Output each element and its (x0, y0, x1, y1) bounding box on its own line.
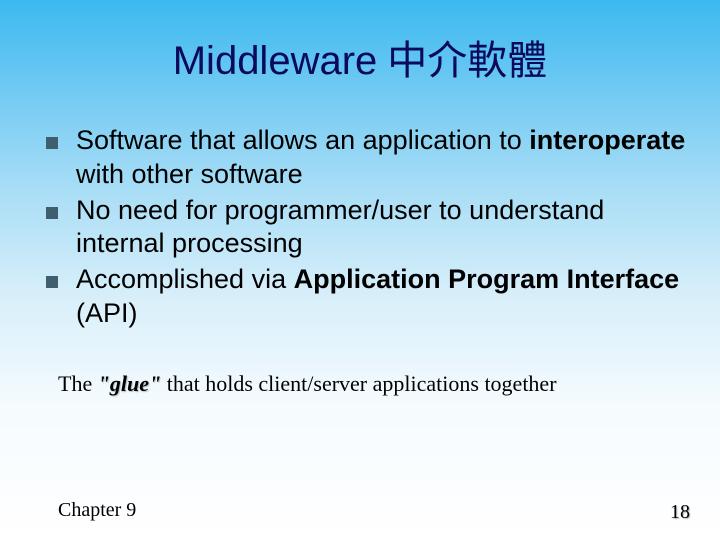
bullet-text: Accomplished via Application Program Int… (76, 263, 690, 331)
glue-emphasis: "glue" (98, 371, 162, 396)
list-item: Software that allows an application to i… (46, 124, 690, 192)
title-english: Middleware (173, 39, 378, 83)
text-bold: interoperate (529, 125, 685, 155)
chapter-label: Chapter 9 (58, 499, 136, 522)
square-bullet-icon (46, 207, 58, 219)
bullet-list: Software that allows an application to i… (0, 124, 720, 331)
text-segment: Accomplished via (76, 264, 294, 294)
tagline: The "glue" that holds client/server appl… (0, 371, 720, 397)
text-segment: Software that allows an application to (76, 125, 529, 155)
list-item: No need for programmer/user to understan… (46, 194, 690, 262)
square-bullet-icon (46, 137, 58, 149)
text-segment: with other software (76, 159, 303, 189)
text-segment: that holds client/server applications to… (161, 371, 556, 396)
slide-title: Middleware 中介軟體 (0, 0, 720, 86)
title-chinese: 中介軟體 (387, 38, 547, 83)
text-segment: (API) (76, 298, 138, 328)
page-number: 18 (670, 501, 690, 524)
text-segment: The (58, 371, 98, 396)
bullet-text: No need for programmer/user to understan… (76, 194, 690, 262)
list-item: Accomplished via Application Program Int… (46, 263, 690, 331)
square-bullet-icon (46, 276, 58, 288)
bullet-text: Software that allows an application to i… (76, 124, 690, 192)
text-bold: Application Program Interface (294, 264, 680, 294)
text-segment: No need for programmer/user to understan… (76, 195, 604, 259)
